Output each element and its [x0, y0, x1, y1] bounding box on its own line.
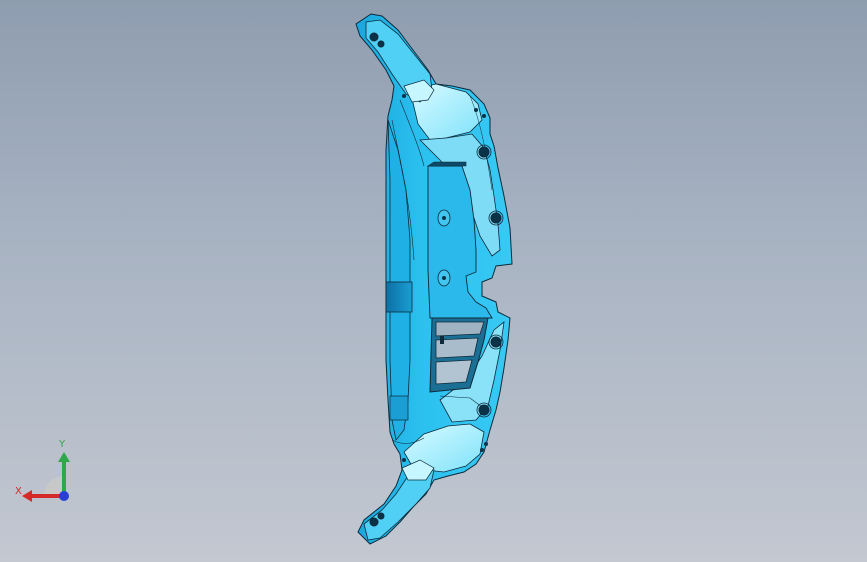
left-dark-band — [385, 281, 413, 313]
vent-slot-1 — [435, 321, 485, 337]
triad-x-label: X — [15, 486, 22, 497]
part-model[interactable] — [0, 0, 867, 562]
triad-y-label: Y — [59, 439, 66, 450]
triad-x-arrow — [22, 490, 32, 502]
graphics-viewport[interactable]: Y X — [0, 0, 867, 562]
coordinate-triad: Y X — [12, 440, 82, 510]
pocket-rim — [427, 161, 467, 167]
triad-y-arrow — [58, 452, 70, 462]
left-lower-block — [389, 395, 409, 421]
vent-tab — [440, 336, 444, 344]
vent-slot-3 — [435, 359, 473, 385]
triad-graphic — [22, 452, 70, 502]
triad-z-axis — [59, 491, 69, 501]
